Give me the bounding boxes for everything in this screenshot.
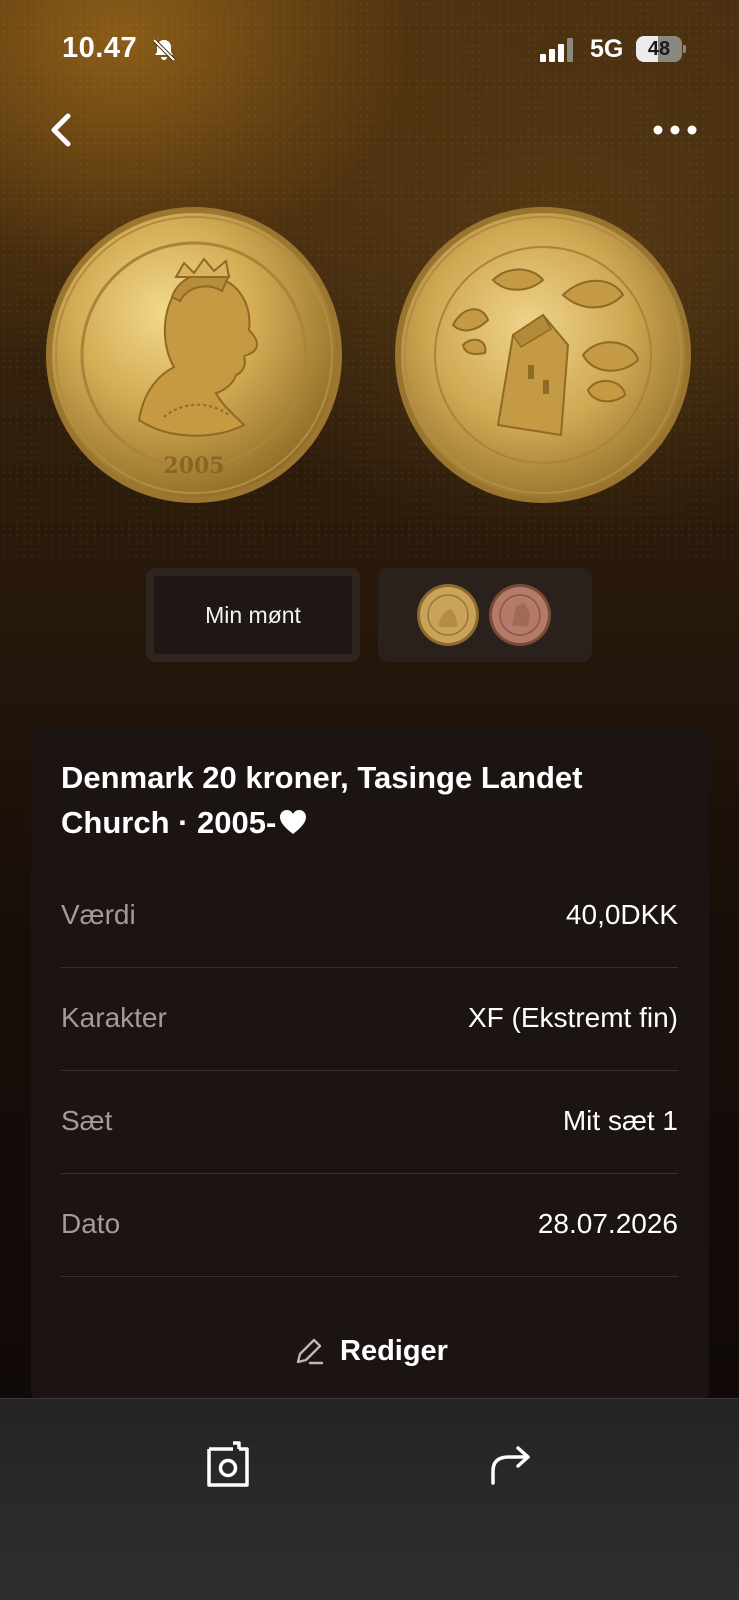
heart-icon[interactable]: [278, 808, 308, 836]
coin-details-card: Denmark 20 kroner, Tasinge Landet Church…: [31, 725, 709, 1405]
battery-icon: 48: [636, 36, 686, 62]
network-type: 5G: [590, 35, 624, 63]
coin-title-text: Denmark 20 kroner, Tasinge Landet Church…: [61, 760, 583, 840]
detail-row-value: Værdi 40,0DKK: [61, 865, 678, 968]
bell-muted-icon: [152, 38, 176, 62]
svg-text:2005: 2005: [163, 453, 224, 479]
bottom-toolbar: [0, 1398, 739, 1600]
edit-button[interactable]: Rediger: [31, 1331, 709, 1371]
my-coin-tab[interactable]: Min mønt: [146, 568, 360, 662]
status-time: 10.47: [62, 32, 138, 64]
more-horizontal-icon[interactable]: [650, 112, 700, 148]
pencil-icon: [296, 1338, 324, 1365]
signal-icon: [540, 38, 573, 62]
detail-label: Karakter: [61, 1002, 167, 1033]
detail-value: XF (Ekstremt fin): [467, 1002, 678, 1033]
detail-value: 28.07.2026: [537, 1208, 678, 1239]
edit-button-label: Rediger: [340, 1334, 448, 1367]
detail-row-date: Dato 28.07.2026: [61, 1174, 678, 1277]
reference-coin-tab[interactable]: [378, 568, 592, 662]
detail-label: Sæt: [61, 1105, 113, 1136]
detail-row-set: Sæt Mit sæt 1: [61, 1071, 678, 1174]
my-coin-tab-label: Min mønt: [205, 601, 301, 628]
detail-label: Værdi: [61, 899, 136, 930]
photo-icon[interactable]: [203, 1439, 253, 1491]
status-bar: 10.47 5G 48: [0, 0, 739, 100]
reference-coin-copper-thumbnail: [489, 584, 551, 646]
coin-reverse-image[interactable]: [393, 205, 693, 505]
battery-level: 48: [647, 38, 671, 60]
detail-label: Dato: [61, 1208, 121, 1239]
detail-row-grade: Karakter XF (Ekstremt fin): [61, 968, 678, 1071]
coin-title: Denmark 20 kroner, Tasinge Landet Church…: [61, 755, 661, 845]
detail-value: Mit sæt 1: [562, 1105, 678, 1136]
coin-obverse-image[interactable]: 2005: [44, 205, 344, 505]
detail-value: 40,0DKK: [565, 899, 678, 930]
chevron-left-icon[interactable]: [40, 106, 84, 154]
reference-coin-gold-thumbnail: [417, 584, 479, 646]
share-icon[interactable]: [487, 1441, 535, 1487]
